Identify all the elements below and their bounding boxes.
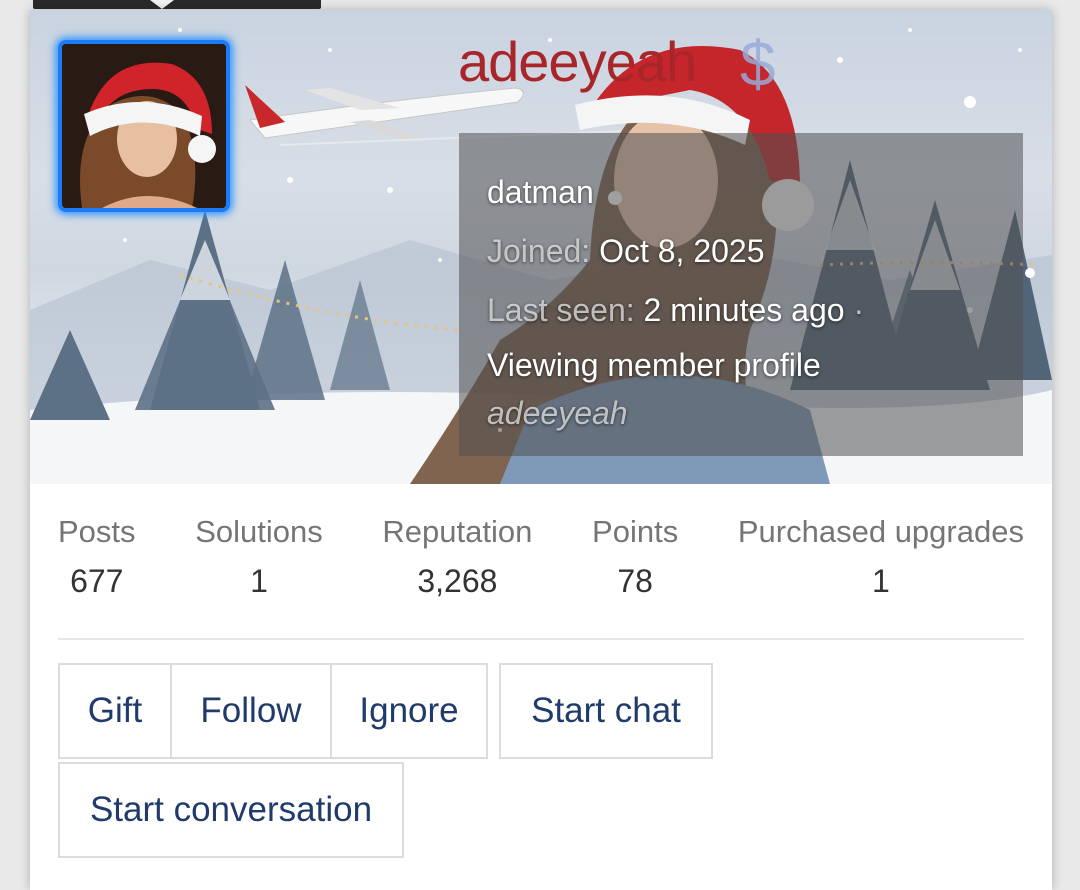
stat-value[interactable]: 3,268 xyxy=(382,552,532,610)
member-info-overlay: datman Joined: Oct 8, 2025 Last seen: 2 … xyxy=(459,133,1023,456)
activity-user-link[interactable]: adeeyeah xyxy=(487,390,995,436)
current-activity: Viewing member profile xyxy=(487,347,821,383)
stat-value[interactable]: 677 xyxy=(58,552,136,610)
browser-tab-strip xyxy=(33,0,321,9)
last-seen-label: Last seen: xyxy=(487,292,635,328)
stat-reputation: Reputation 3,268 xyxy=(382,512,532,610)
banner-username: adeeyeah xyxy=(458,30,697,93)
joined-row: Joined: Oct 8, 2025 xyxy=(487,222,995,281)
stat-label: Reputation xyxy=(382,514,533,549)
last-seen-row: Last seen: 2 minutes ago · xyxy=(487,281,995,340)
stat-value[interactable]: 1 xyxy=(738,552,1024,610)
last-seen-value: 2 minutes ago xyxy=(643,292,845,328)
ignore-button[interactable]: Ignore xyxy=(330,663,488,759)
avatar[interactable] xyxy=(58,40,230,212)
follow-button[interactable]: Follow xyxy=(170,663,332,759)
stat-value[interactable]: 1 xyxy=(195,552,323,610)
joined-label: Joined: xyxy=(487,233,591,269)
stat-label: Solutions xyxy=(195,514,323,549)
member-profile-card: adeeyeah $ datman Joined: Oct 8, 2025 La… xyxy=(30,10,1052,890)
member-username[interactable]: datman xyxy=(487,163,995,222)
separator: · xyxy=(853,292,865,328)
avatar-image xyxy=(62,44,226,208)
start-conversation-button[interactable]: Start conversation xyxy=(58,762,404,858)
stat-label: Posts xyxy=(58,514,136,549)
gift-button[interactable]: Gift xyxy=(58,663,172,759)
stat-label: Purchased upgrades xyxy=(737,514,1024,549)
profile-banner: adeeyeah $ datman Joined: Oct 8, 2025 La… xyxy=(30,10,1052,484)
dollar-icon: $ xyxy=(740,28,776,100)
stat-posts: Posts 677 xyxy=(58,512,136,610)
stat-purchased-upgrades: Purchased upgrades 1 xyxy=(738,512,1024,610)
tooltip-pointer xyxy=(150,0,174,9)
stat-solutions: Solutions 1 xyxy=(195,512,323,610)
member-stats: Posts 677 Solutions 1 Reputation 3,268 P… xyxy=(58,484,1024,640)
joined-value: Oct 8, 2025 xyxy=(599,233,765,269)
start-chat-button[interactable]: Start chat xyxy=(499,663,713,759)
stat-label: Points xyxy=(592,514,679,549)
stat-value[interactable]: 78 xyxy=(592,552,678,610)
stat-points: Points 78 xyxy=(592,512,678,610)
